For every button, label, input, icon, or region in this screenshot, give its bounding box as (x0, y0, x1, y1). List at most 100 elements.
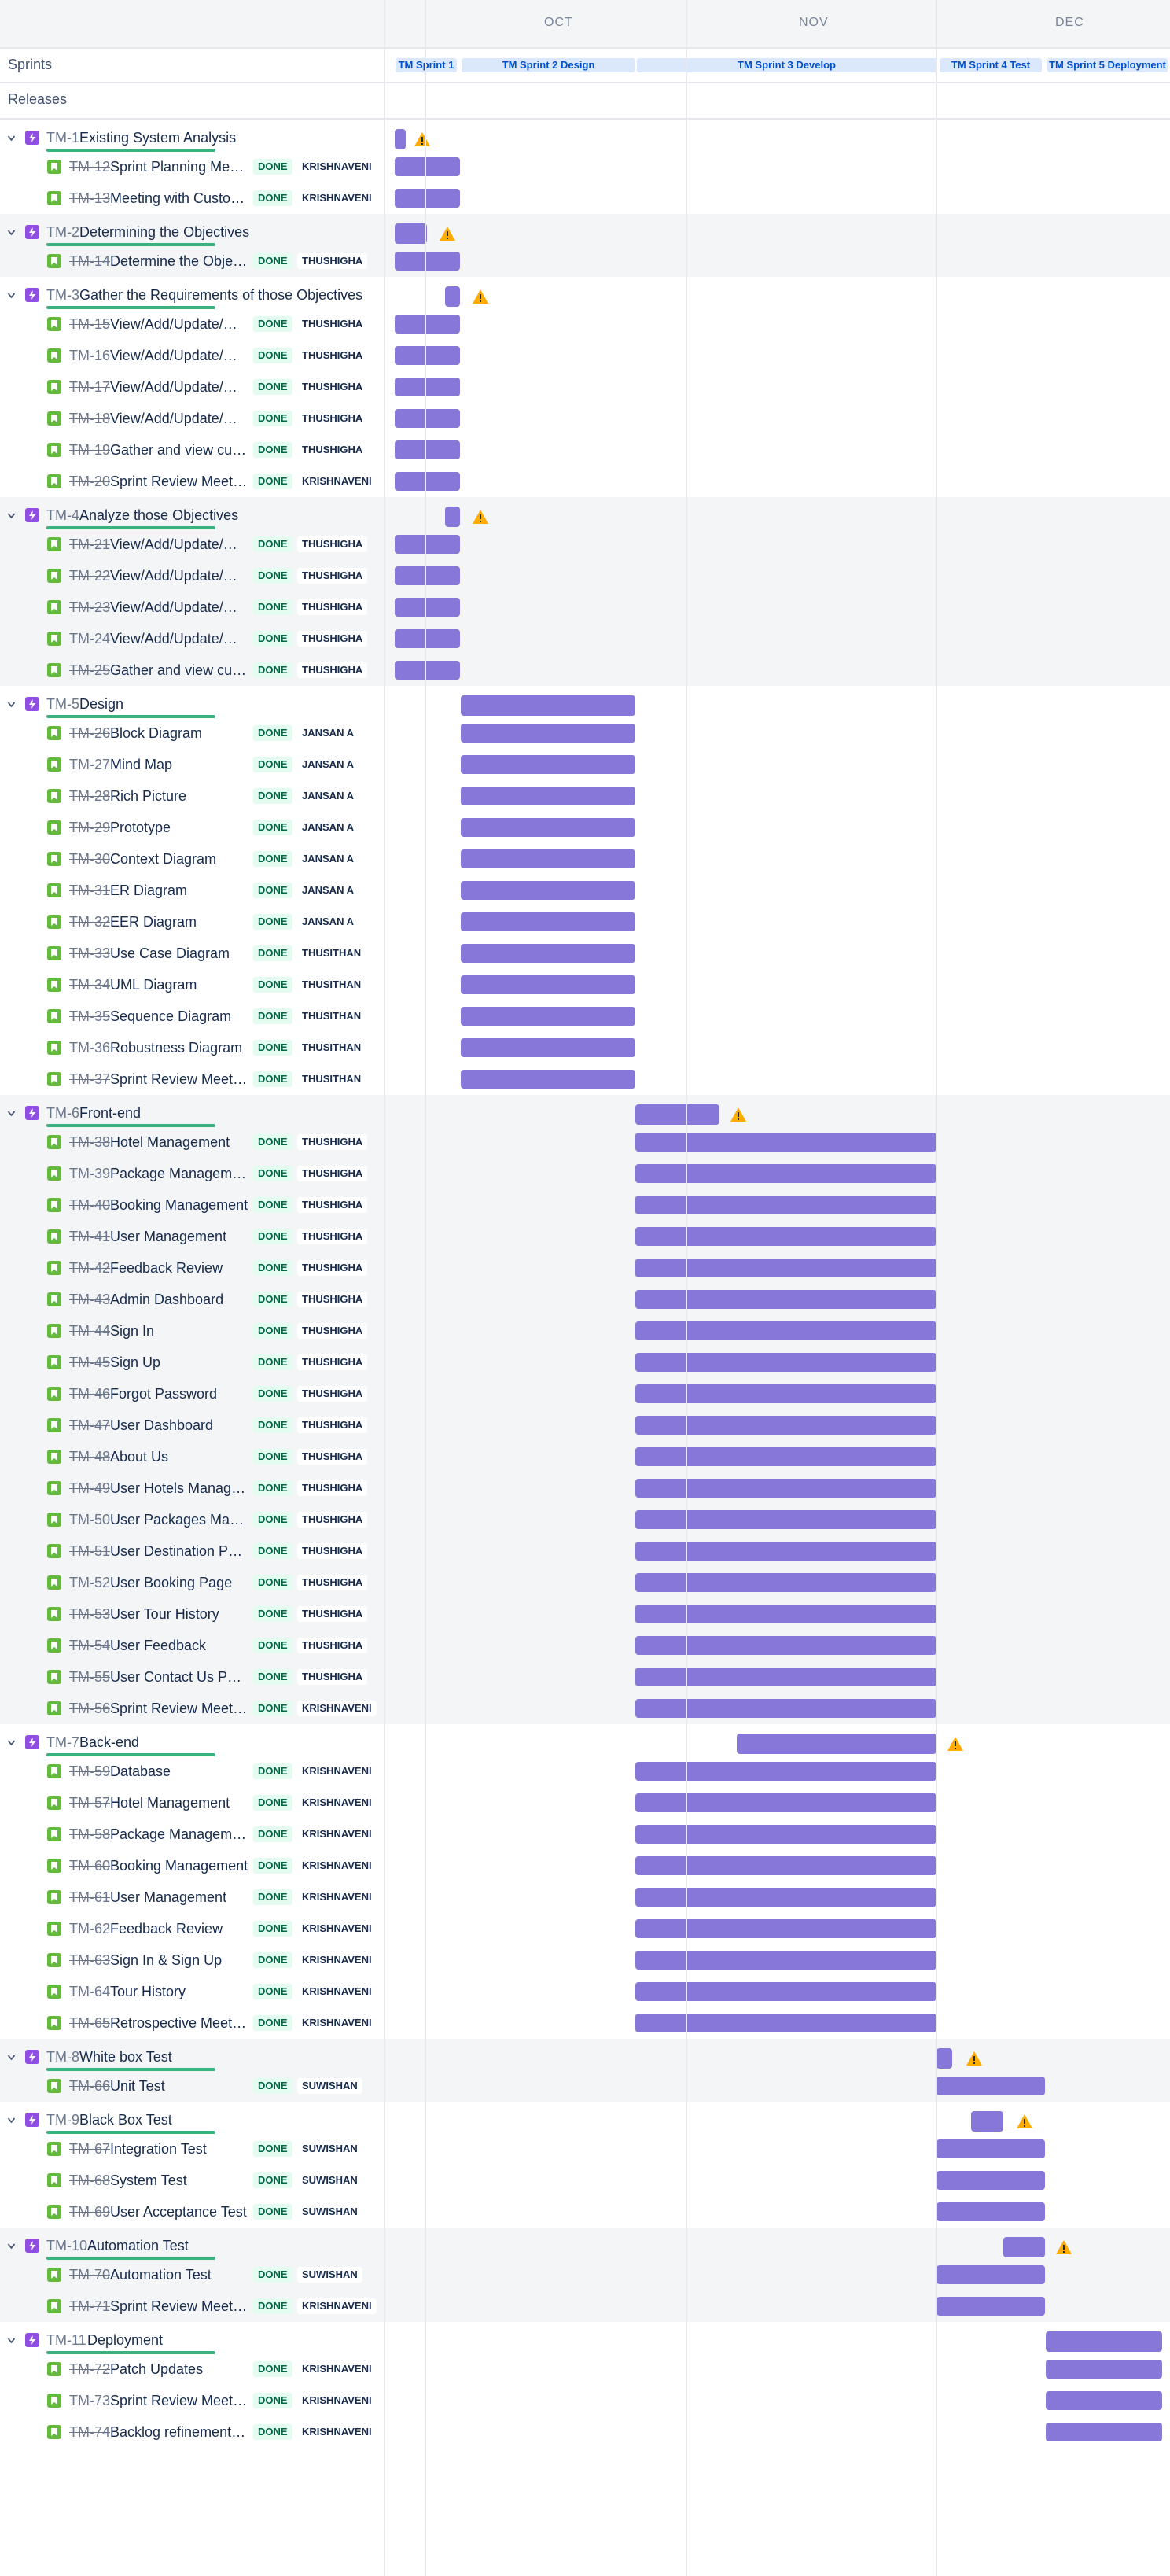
story-timeline-bar[interactable] (635, 1982, 936, 2001)
status-badge[interactable]: DONE (253, 536, 292, 552)
story-key[interactable]: TM-16 (69, 348, 110, 364)
epic-title[interactable]: Back-end (79, 1734, 139, 1751)
story-key[interactable]: TM-23 (69, 599, 110, 616)
status-badge[interactable]: DONE (253, 851, 292, 867)
status-badge[interactable]: DONE (253, 883, 292, 898)
story-timeline-bar[interactable] (635, 1227, 936, 1246)
story-timeline-bar[interactable] (395, 346, 460, 365)
story-key[interactable]: TM-55 (69, 1669, 110, 1686)
story-title[interactable]: Automation Test (110, 2267, 248, 2283)
story-title[interactable]: User Management (110, 1229, 248, 1245)
status-badge[interactable]: DONE (253, 1543, 292, 1559)
epic-key[interactable]: TM-4 (46, 507, 79, 524)
story-timeline-bar[interactable] (1046, 2423, 1162, 2441)
story-timeline-bar[interactable] (635, 1416, 936, 1435)
story-title[interactable]: Prototype (110, 820, 248, 836)
epic-key[interactable]: TM-8 (46, 2049, 79, 2066)
sprint-3[interactable]: TM Sprint 3 Develop (637, 58, 936, 72)
epic-key[interactable]: TM-7 (46, 1734, 79, 1751)
epic-title[interactable]: Design (79, 696, 123, 713)
story-timeline-bar[interactable] (635, 1542, 936, 1561)
story-title[interactable]: View/Add/Update/Manage (110, 348, 248, 364)
status-badge[interactable]: DONE (253, 1354, 292, 1370)
status-badge[interactable]: DONE (253, 820, 292, 835)
sprint-4[interactable]: TM Sprint 4 Test (940, 58, 1042, 72)
story-timeline-bar[interactable] (936, 2297, 1045, 2316)
status-badge[interactable]: DONE (253, 1512, 292, 1528)
story-timeline-bar[interactable] (635, 1668, 936, 1686)
story-key[interactable]: TM-51 (69, 1543, 110, 1560)
epic-timeline-bar[interactable] (1003, 2237, 1045, 2257)
status-badge[interactable]: DONE (253, 1889, 292, 1905)
story-key[interactable]: TM-64 (69, 1984, 110, 2000)
story-timeline-bar[interactable] (635, 1196, 936, 1214)
epic-key[interactable]: TM-10 (46, 2238, 87, 2254)
story-timeline-bar[interactable] (635, 1888, 936, 1907)
status-badge[interactable]: DONE (253, 1166, 292, 1181)
story-key[interactable]: TM-43 (69, 1292, 110, 1308)
story-timeline-bar[interactable] (461, 818, 635, 837)
epic-key[interactable]: TM-9 (46, 2112, 79, 2128)
epic-key[interactable]: TM-1 (46, 130, 79, 146)
story-title[interactable]: View/Add/Update/Manage (110, 411, 248, 427)
story-key[interactable]: TM-46 (69, 1386, 110, 1402)
story-key[interactable]: TM-50 (69, 1512, 110, 1528)
story-key[interactable]: TM-39 (69, 1166, 110, 1182)
epic-timeline-bar[interactable] (635, 1104, 719, 1125)
status-badge[interactable]: DONE (253, 348, 292, 363)
story-key[interactable]: TM-67 (69, 2141, 110, 2158)
status-badge[interactable]: DONE (253, 2393, 292, 2408)
story-title[interactable]: UML Diagram (110, 977, 248, 993)
story-title[interactable]: User Management (110, 1889, 248, 1906)
story-title[interactable]: User Contact Us Page (110, 1669, 248, 1686)
status-badge[interactable]: DONE (253, 2172, 292, 2188)
epic-title[interactable]: Determining the Objectives (79, 224, 249, 241)
story-timeline-bar[interactable] (635, 1919, 936, 1938)
story-title[interactable]: Meeting with Customer (110, 190, 248, 207)
story-key[interactable]: TM-12 (69, 159, 110, 175)
status-badge[interactable]: DONE (253, 2015, 292, 2031)
status-badge[interactable]: DONE (253, 914, 292, 930)
status-badge[interactable]: DONE (253, 599, 292, 615)
story-key[interactable]: TM-34 (69, 977, 110, 993)
status-badge[interactable]: DONE (253, 1795, 292, 1811)
epic-timeline-bar[interactable] (1046, 2331, 1162, 2352)
status-badge[interactable]: DONE (253, 725, 292, 741)
story-key[interactable]: TM-30 (69, 851, 110, 868)
story-timeline-bar[interactable] (461, 881, 635, 900)
story-title[interactable]: Booking Management (110, 1197, 248, 1214)
story-title[interactable]: Sprint Review Meeting (110, 474, 248, 490)
epic-timeline-bar[interactable] (936, 2048, 952, 2069)
story-key[interactable]: TM-56 (69, 1701, 110, 1717)
status-badge[interactable]: DONE (253, 1386, 292, 1402)
story-title[interactable]: Integration Test (110, 2141, 248, 2158)
epic-timeline-bar[interactable] (445, 286, 460, 307)
story-title[interactable]: Patch Updates (110, 2361, 248, 2378)
story-title[interactable]: Gather and view customer (110, 442, 248, 459)
story-timeline-bar[interactable] (395, 315, 460, 334)
sprint-5[interactable]: TM Sprint 5 Deployment (1047, 58, 1168, 72)
status-badge[interactable]: DONE (253, 1449, 292, 1465)
status-badge[interactable]: DONE (253, 2424, 292, 2440)
story-title[interactable]: Gather and view customer (110, 662, 248, 679)
status-badge[interactable]: DONE (253, 1858, 292, 1874)
status-badge[interactable]: DONE (253, 1984, 292, 1999)
story-key[interactable]: TM-47 (69, 1417, 110, 1434)
story-key[interactable]: TM-15 (69, 316, 110, 333)
status-badge[interactable]: DONE (253, 2141, 292, 2157)
story-title[interactable]: Sprint Review Meeting (110, 2298, 248, 2315)
epic-title[interactable]: Front-end (79, 1105, 141, 1122)
story-timeline-bar[interactable] (635, 1447, 936, 1466)
story-key[interactable]: TM-17 (69, 379, 110, 396)
status-badge[interactable]: DONE (253, 1134, 292, 1150)
story-key[interactable]: TM-44 (69, 1323, 110, 1340)
story-timeline-bar[interactable] (395, 157, 460, 176)
status-badge[interactable]: DONE (253, 788, 292, 804)
story-key[interactable]: TM-63 (69, 1952, 110, 1969)
story-timeline-bar[interactable] (936, 2265, 1045, 2284)
status-badge[interactable]: DONE (253, 411, 292, 426)
story-timeline-bar[interactable] (635, 1825, 936, 1844)
story-timeline-bar[interactable] (635, 1762, 936, 1781)
epic-timeline-bar[interactable] (395, 129, 406, 149)
status-badge[interactable]: DONE (253, 2298, 292, 2314)
